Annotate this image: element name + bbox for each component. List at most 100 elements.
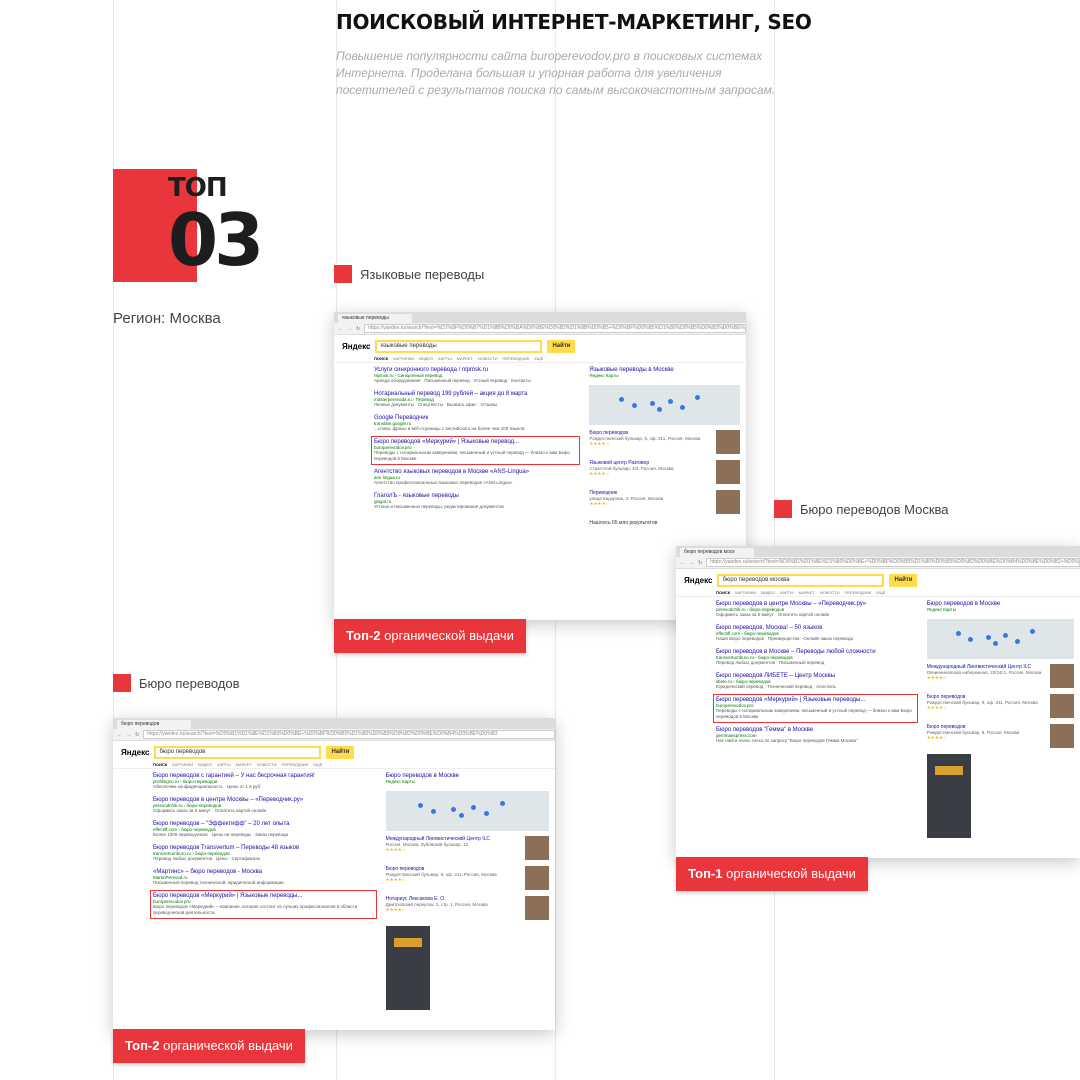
map-image[interactable] bbox=[385, 791, 549, 831]
search-tab[interactable]: Картинки bbox=[393, 356, 414, 361]
reload-icon[interactable]: ↻ bbox=[698, 560, 702, 566]
search-input[interactable]: бюро переводов москва bbox=[717, 574, 885, 587]
red-square-icon bbox=[334, 265, 352, 283]
org-card[interactable]: Бюро переводов Рождественский бульвар, 9,… bbox=[589, 430, 740, 454]
reload-icon[interactable]: ↻ bbox=[135, 732, 139, 738]
search-tab[interactable]: Картинки bbox=[172, 762, 193, 767]
rating-stars-icon: ★★★★☆ bbox=[589, 471, 610, 476]
map-pin-icon[interactable] bbox=[619, 397, 625, 402]
search-result: Услуги синхронного перевода / nlpmsk.ru n… bbox=[374, 367, 577, 384]
org-card[interactable]: Международный Лингвистический Центр ILC О… bbox=[927, 664, 1074, 688]
result-snippet: Личные документы · Спецтексты · Вызвать … bbox=[374, 402, 498, 407]
map-pin-icon[interactable] bbox=[1003, 633, 1009, 638]
org-card[interactable]: Международный Лингвистический Центр ILC Р… bbox=[386, 836, 549, 860]
map-pin-icon[interactable] bbox=[967, 637, 973, 642]
url-field[interactable]: https://yandex.ru/search/?text=%D0%B1%D1… bbox=[706, 558, 1080, 567]
search-tab[interactable]: Карты bbox=[438, 356, 451, 361]
map-pin-icon[interactable] bbox=[679, 405, 685, 410]
reload-icon[interactable]: ↻ bbox=[356, 326, 360, 332]
map-pin-icon[interactable] bbox=[450, 807, 456, 812]
search-tab[interactable]: Переводчик bbox=[281, 762, 308, 767]
search-tab[interactable]: Маркет bbox=[457, 356, 473, 361]
back-icon[interactable]: ← bbox=[117, 732, 122, 738]
map-source[interactable]: Яндекс Карты bbox=[589, 373, 740, 378]
map-source[interactable]: Яндекс Карты bbox=[386, 779, 549, 784]
map-pin-icon[interactable] bbox=[470, 805, 476, 810]
search-tab[interactable]: Новости bbox=[820, 590, 840, 595]
back-icon[interactable]: ← bbox=[338, 326, 343, 332]
search-tab[interactable]: Ещё bbox=[534, 356, 543, 361]
map-pin-icon[interactable] bbox=[667, 399, 673, 404]
map-pin-icon[interactable] bbox=[631, 403, 637, 408]
browser-tabbar: языковые переводы bbox=[334, 312, 746, 323]
search-result: ГлаголЪ - языковые переводы glagol.ru Устн… bbox=[374, 493, 577, 510]
yandex-header: Яндекс языковые переводы Найти bbox=[334, 335, 746, 355]
search-input[interactable]: языковые переводы bbox=[375, 340, 543, 353]
map-pin-icon[interactable] bbox=[499, 801, 505, 806]
org-photo bbox=[525, 896, 549, 920]
map-pin-icon[interactable] bbox=[985, 635, 991, 640]
map-image[interactable] bbox=[589, 385, 740, 425]
search-input[interactable]: бюро переводов bbox=[154, 746, 322, 759]
forward-icon[interactable]: → bbox=[689, 560, 694, 566]
yandex-logo[interactable]: Яндекс bbox=[121, 748, 149, 757]
search-tab[interactable]: Переводчик bbox=[844, 590, 871, 595]
yandex-header: Яндекс бюро переводов Найти bbox=[113, 741, 555, 761]
search-tab[interactable]: Видео bbox=[198, 762, 212, 767]
search-tab[interactable]: Видео bbox=[419, 356, 433, 361]
search-result: Бюро переводов в центре Москвы – «Перево… bbox=[153, 797, 374, 814]
org-card[interactable]: Бюро переводов Рождественский бульвар, 9,… bbox=[927, 724, 1074, 748]
search-tab[interactable]: Поиск bbox=[716, 590, 730, 595]
search-tab[interactable]: Картинки bbox=[735, 590, 756, 595]
org-card[interactable]: Бюро переводов Рождественский бульвар, 9,… bbox=[927, 694, 1074, 718]
map-pin-icon[interactable] bbox=[649, 401, 655, 406]
search-tab[interactable]: Ещё bbox=[313, 762, 322, 767]
forward-icon[interactable]: → bbox=[347, 326, 352, 332]
search-button[interactable]: Найти bbox=[889, 574, 918, 587]
search-tab[interactable]: Новости bbox=[478, 356, 498, 361]
search-tab[interactable]: Поиск bbox=[153, 762, 167, 767]
search-tab[interactable]: Карты bbox=[780, 590, 793, 595]
search-tab[interactable]: Видео bbox=[761, 590, 775, 595]
browser-tab[interactable]: бюро переводов моск bbox=[680, 548, 754, 557]
results-column: Бюро переводов с гарантией – У нас бесро… bbox=[150, 773, 377, 1010]
url-field[interactable]: https://yandex.ru/search/?text=%D1%8F%D0… bbox=[364, 324, 746, 333]
map-pin-icon[interactable] bbox=[956, 631, 962, 636]
search-button[interactable]: Найти bbox=[326, 746, 355, 759]
map-pin-icon[interactable] bbox=[459, 813, 465, 818]
search-tab[interactable]: Поиск bbox=[374, 356, 388, 361]
org-card[interactable]: Языковой центр Разговор Страстной бульвар… bbox=[589, 460, 740, 484]
url-field[interactable]: https://yandex.ru/search/?text=%D0%B1%D1… bbox=[143, 730, 555, 739]
map-pin-icon[interactable] bbox=[694, 395, 700, 400]
map-pin-icon[interactable] bbox=[1015, 639, 1021, 644]
yandex-logo[interactable]: Яндекс bbox=[342, 342, 370, 351]
search-button[interactable]: Найти bbox=[547, 340, 576, 353]
org-card[interactable]: Бюро переводов Рождественский бульвар, 9,… bbox=[386, 866, 549, 890]
search-result: Бюро переводов – "Эффектифф" – 20 лет оп… bbox=[153, 821, 374, 838]
map-pin-icon[interactable] bbox=[657, 407, 663, 412]
search-tab[interactable]: Переводчик bbox=[502, 356, 529, 361]
search-tab[interactable]: Карты bbox=[217, 762, 230, 767]
map-pin-icon[interactable] bbox=[418, 803, 424, 808]
browser-tab[interactable]: языковые переводы bbox=[338, 314, 412, 323]
org-photo bbox=[1050, 694, 1074, 718]
rank-badge: Топ-2 органической выдачи bbox=[113, 1029, 305, 1063]
search-tab[interactable]: Ещё bbox=[876, 590, 885, 595]
ad-image[interactable] bbox=[926, 754, 971, 838]
ad-image[interactable] bbox=[385, 926, 430, 1010]
search-tab[interactable]: Маркет bbox=[799, 590, 815, 595]
map-pin-icon[interactable] bbox=[431, 809, 437, 814]
search-tab[interactable]: Маркет bbox=[236, 762, 252, 767]
map-image[interactable] bbox=[926, 619, 1074, 659]
org-card[interactable]: Нотариус Лексакова Е. О. Дмитровский пере… bbox=[386, 896, 549, 920]
map-pin-icon[interactable] bbox=[993, 641, 999, 646]
browser-tab[interactable]: бюро переводов bbox=[117, 720, 191, 729]
map-pin-icon[interactable] bbox=[1029, 629, 1035, 634]
map-source[interactable]: Яндекс Карты bbox=[927, 607, 1074, 612]
back-icon[interactable]: ← bbox=[680, 560, 685, 566]
org-card[interactable]: Переводчик улица Кадорова, 3, Россия, Мос… bbox=[589, 490, 740, 514]
search-tab[interactable]: Новости bbox=[257, 762, 277, 767]
yandex-logo[interactable]: Яндекс bbox=[684, 576, 712, 585]
forward-icon[interactable]: → bbox=[126, 732, 131, 738]
map-pin-icon[interactable] bbox=[483, 811, 489, 816]
